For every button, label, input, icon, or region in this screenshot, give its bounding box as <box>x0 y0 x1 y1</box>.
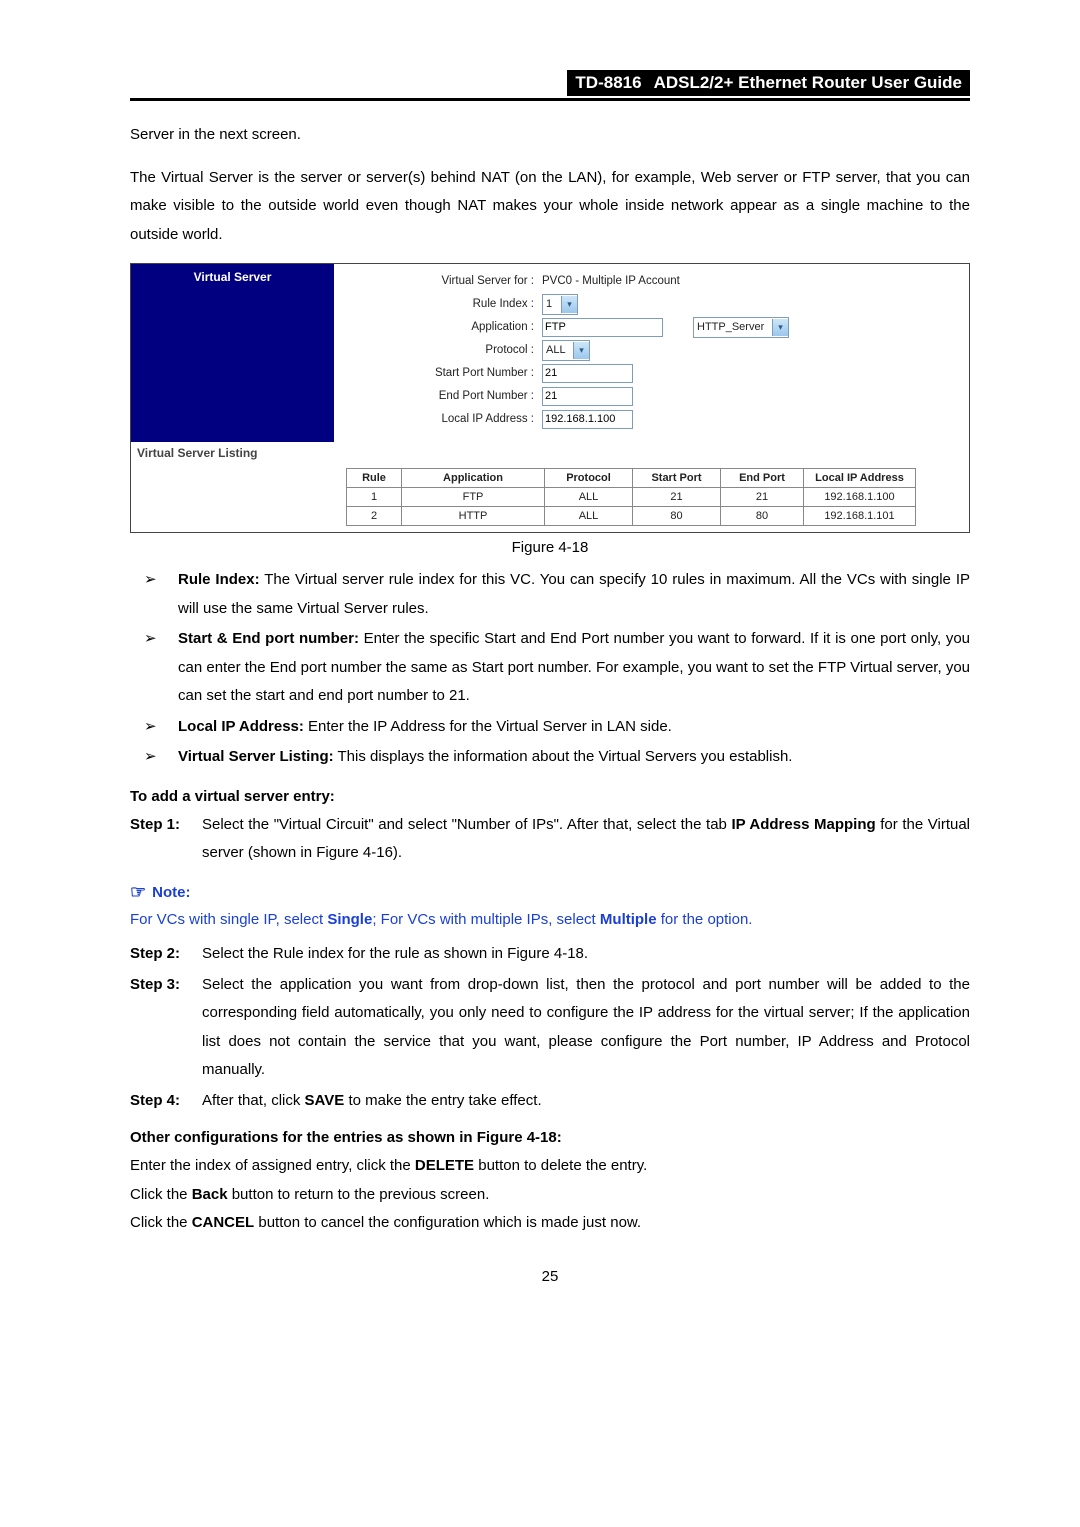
step-2: Step 2: Select the Rule index for the ru… <box>130 940 970 969</box>
protocol-select[interactable]: ALL ▾ <box>542 340 590 361</box>
local-ip-label: Local IP Address : <box>344 413 538 425</box>
start-port-input[interactable] <box>542 364 633 383</box>
list-item: Local IP Address: Enter the IP Address f… <box>130 713 970 742</box>
step-3: Step 3: Select the application you want … <box>130 971 970 1085</box>
listing-table: Rule Application Protocol Start Port End… <box>346 468 916 526</box>
table-header-row: Rule Application Protocol Start Port End… <box>347 469 916 488</box>
th-rule: Rule <box>347 469 402 488</box>
th-startport: Start Port <box>633 469 721 488</box>
th-endport: End Port <box>721 469 804 488</box>
rule-index-label: Rule Index : <box>344 298 538 310</box>
th-application: Application <box>402 469 545 488</box>
header-model: TD-8816 <box>567 70 649 96</box>
other-line-3: Click the CANCEL button to cancel the co… <box>130 1209 970 1238</box>
end-port-input[interactable] <box>542 387 633 406</box>
table-row: 1 FTP ALL 21 21 192.168.1.100 <box>347 488 916 507</box>
list-item: Virtual Server Listing: This displays th… <box>130 743 970 772</box>
virtual-server-figure: Virtual Server Virtual Server for : PVC0… <box>130 263 970 533</box>
list-item: Rule Index: The Virtual server rule inde… <box>130 566 970 623</box>
panel-title: Virtual Server <box>131 264 334 442</box>
chevron-down-icon: ▾ <box>561 296 577 313</box>
start-port-label: Start Port Number : <box>344 367 538 379</box>
local-ip-input[interactable] <box>542 410 633 429</box>
note-body: For VCs with single IP, select Single; F… <box>130 907 970 933</box>
end-port-label: End Port Number : <box>344 390 538 402</box>
listing-title: Virtual Server Listing <box>131 442 326 464</box>
step-4: Step 4: After that, click SAVE to make t… <box>130 1087 970 1116</box>
application-input[interactable] <box>542 318 663 337</box>
intro-line-1: Server in the next screen. <box>130 121 970 150</box>
add-entry-heading: To add a virtual server entry: <box>130 788 970 805</box>
table-row: 2 HTTP ALL 80 80 192.168.1.101 <box>347 507 916 526</box>
application-label: Application : <box>344 321 538 333</box>
other-line-2: Click the Back button to return to the p… <box>130 1181 970 1210</box>
header-title: ADSL2/2+ Ethernet Router User Guide <box>650 70 970 96</box>
list-item: Start & End port number: Enter the speci… <box>130 625 970 711</box>
th-protocol: Protocol <box>545 469 633 488</box>
page-header: TD-8816ADSL2/2+ Ethernet Router User Gui… <box>130 70 970 101</box>
application-preset-select[interactable]: HTTP_Server ▾ <box>693 317 789 338</box>
note-heading: ☞ Note: <box>130 882 970 903</box>
protocol-label: Protocol : <box>344 344 538 356</box>
for-value: PVC0 - Multiple IP Account <box>542 275 680 287</box>
step-1: Step 1: Select the "Virtual Circuit" and… <box>130 811 970 868</box>
chevron-down-icon: ▾ <box>772 319 788 336</box>
hand-point-right-icon: ☞ <box>130 882 146 903</box>
definition-list: Rule Index: The Virtual server rule inde… <box>130 566 970 772</box>
rule-index-select[interactable]: 1 ▾ <box>542 294 578 315</box>
figure-caption: Figure 4-18 <box>130 539 970 556</box>
th-localip: Local IP Address <box>804 469 916 488</box>
page-number: 25 <box>130 1268 970 1285</box>
intro-paragraph: The Virtual Server is the server or serv… <box>130 164 970 250</box>
for-label: Virtual Server for : <box>344 275 538 287</box>
other-line-1: Enter the index of assigned entry, click… <box>130 1152 970 1181</box>
chevron-down-icon: ▾ <box>573 342 589 359</box>
other-config-heading: Other configurations for the entries as … <box>130 1129 970 1146</box>
